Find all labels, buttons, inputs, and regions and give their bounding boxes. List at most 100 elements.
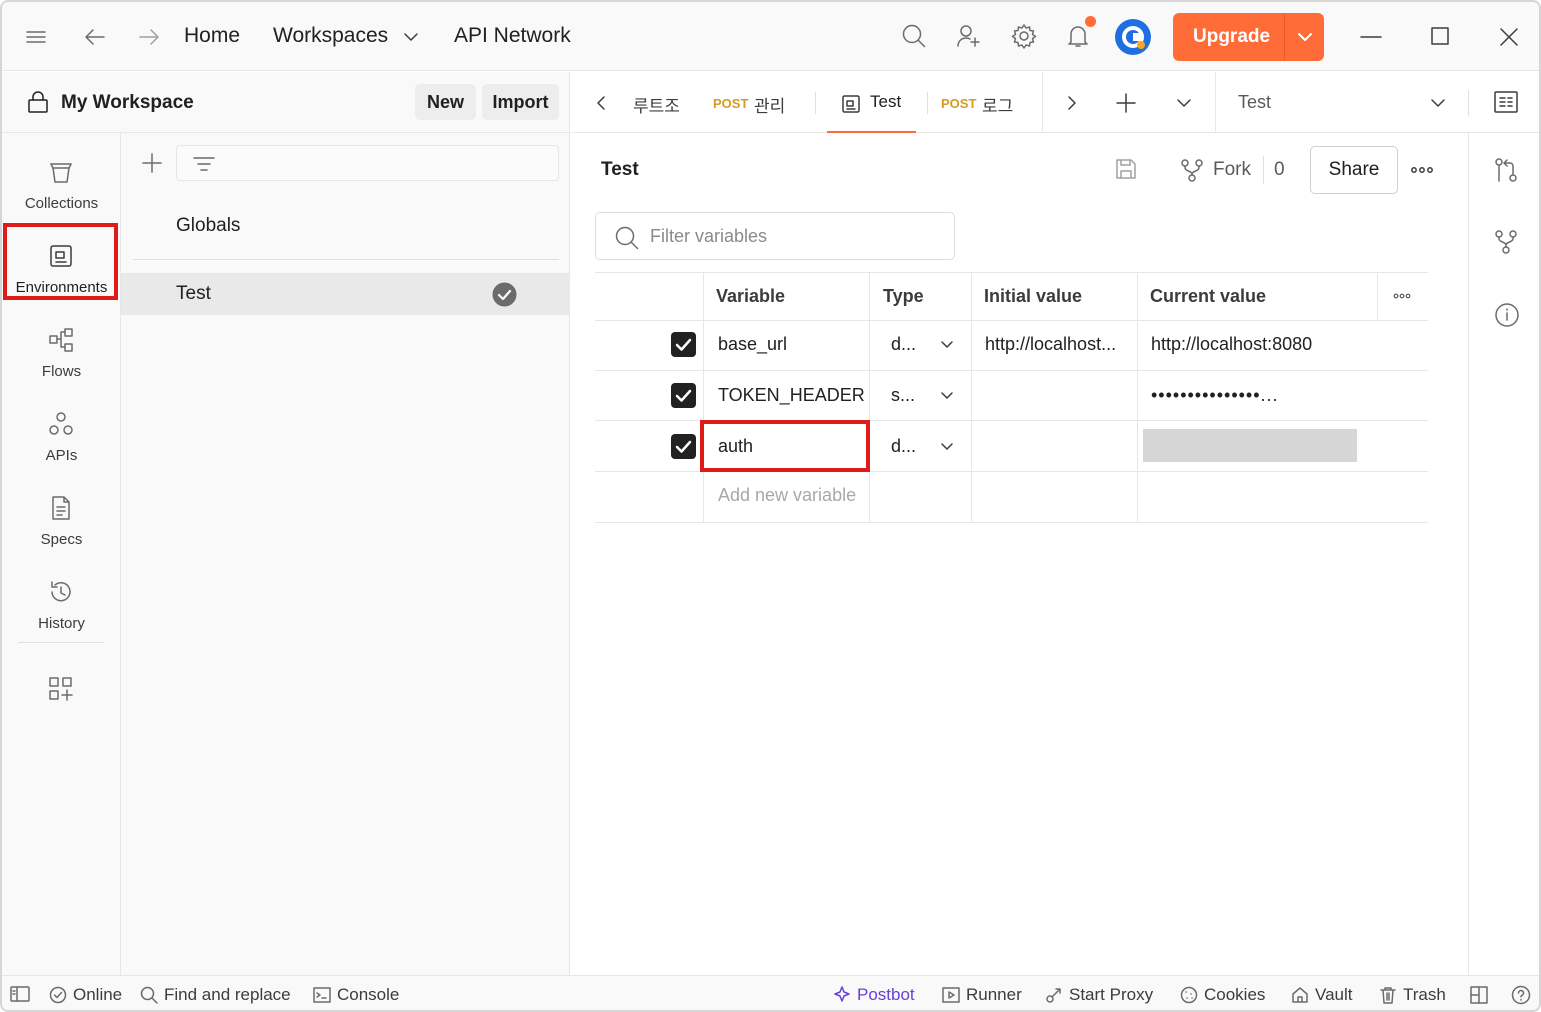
- enable-checkbox[interactable]: [671, 332, 696, 357]
- active-check-icon[interactable]: [492, 282, 517, 307]
- fork-count[interactable]: 0: [1274, 159, 1285, 181]
- redacted-current-value[interactable]: [1143, 429, 1357, 462]
- console-icon: [313, 987, 331, 1003]
- chevron-down-icon[interactable]: [1297, 31, 1313, 43]
- chevron-right-icon[interactable]: [1065, 94, 1079, 112]
- chevron-down-icon[interactable]: [940, 442, 954, 452]
- menu-icon[interactable]: [25, 29, 47, 45]
- search-icon[interactable]: [901, 23, 927, 49]
- back-arrow-icon[interactable]: [83, 26, 107, 48]
- save-icon[interactable]: [1114, 157, 1138, 181]
- sidebar-item-label: Flows: [41, 363, 82, 380]
- collections-icon: [50, 163, 72, 183]
- bell-icon[interactable]: [1065, 23, 1091, 49]
- variable-name[interactable]: TOKEN_HEADER: [718, 385, 865, 406]
- tab-test[interactable]: Test: [827, 72, 916, 133]
- import-button[interactable]: Import: [482, 84, 559, 120]
- lock-icon: [28, 91, 48, 113]
- active-tab-indicator: [827, 131, 916, 133]
- variable-name[interactable]: base_url: [718, 334, 787, 355]
- environment-quick-look-icon[interactable]: [1493, 90, 1519, 114]
- environment-item-test[interactable]: Test: [121, 273, 570, 315]
- variable-type[interactable]: d...: [891, 334, 916, 355]
- enable-checkbox[interactable]: [671, 383, 696, 408]
- plus-icon[interactable]: [141, 152, 163, 174]
- new-tab-plus-icon[interactable]: [1115, 92, 1137, 114]
- layout-icon[interactable]: [1470, 986, 1488, 1004]
- add-sidebar-item-icon[interactable]: [48, 676, 74, 702]
- environment-item-globals[interactable]: Globals: [121, 205, 570, 247]
- console-label: Console: [337, 985, 400, 1004]
- online-label: Online: [73, 985, 123, 1004]
- column-header-initial-value: Initial value: [984, 286, 1083, 306]
- forward-arrow-icon[interactable]: [137, 26, 161, 48]
- variables-table: Variable Type Initial value Current valu…: [595, 272, 1428, 523]
- environment-filter-input[interactable]: [176, 145, 559, 181]
- variable-type[interactable]: d...: [891, 436, 916, 457]
- more-options-icon[interactable]: [1410, 165, 1434, 175]
- tab-method: POST: [941, 96, 977, 111]
- filter-variables-input[interactable]: Filter variables: [595, 212, 955, 260]
- fork-button[interactable]: Fork: [1180, 156, 1260, 184]
- tab-divider: [815, 92, 816, 114]
- gear-icon[interactable]: [1011, 23, 1037, 49]
- apis-icon: [49, 412, 73, 435]
- sidebar-item-history[interactable]: History: [2, 563, 121, 643]
- environment-selector-value: Test: [1238, 92, 1272, 112]
- chevron-down-icon[interactable]: [403, 31, 419, 43]
- title-bar: Home Workspaces API Network Upgrade: [2, 2, 1539, 71]
- help-icon[interactable]: [1511, 985, 1531, 1005]
- chevron-down-icon[interactable]: [940, 391, 954, 401]
- add-new-variable-input[interactable]: Add new variable: [718, 485, 856, 506]
- column-header-variable: Variable: [716, 286, 786, 306]
- nav-home[interactable]: Home: [184, 24, 240, 48]
- fork-icon: [1181, 159, 1203, 182]
- sidebar-item-specs[interactable]: Specs: [2, 479, 121, 559]
- environment-title[interactable]: Test: [601, 159, 639, 181]
- checkmark-icon: [675, 440, 692, 453]
- column-options-icon[interactable]: [1393, 292, 1411, 300]
- tab-list-chevron-icon[interactable]: [1176, 97, 1192, 109]
- filter-variables-placeholder: Filter variables: [650, 226, 768, 246]
- trash-icon: [1380, 987, 1396, 1004]
- share-button[interactable]: Share: [1310, 146, 1398, 194]
- chevron-down-icon[interactable]: [940, 340, 954, 350]
- table-line: [595, 272, 1428, 273]
- avatar[interactable]: [1114, 18, 1152, 56]
- close-icon[interactable]: [1498, 26, 1520, 48]
- nav-api-network[interactable]: API Network: [454, 24, 571, 48]
- filter-icon: [193, 157, 215, 171]
- maximize-icon[interactable]: [1430, 26, 1450, 46]
- invite-user-icon[interactable]: [956, 23, 982, 49]
- checkmark-icon: [675, 338, 692, 351]
- right-sidebar: [1468, 133, 1539, 975]
- variable-current-value[interactable]: •••••••••••••••...: [1151, 385, 1279, 406]
- workspace-title[interactable]: My Workspace: [61, 92, 194, 114]
- runner-label: Runner: [966, 985, 1022, 1004]
- vault-label: Vault: [1315, 985, 1353, 1004]
- table-row: base_url d... http://localhost... http:/…: [595, 321, 1428, 370]
- variable-type[interactable]: s...: [891, 385, 915, 406]
- enable-checkbox[interactable]: [671, 434, 696, 459]
- sidebar-item-flows[interactable]: Flows: [2, 311, 121, 391]
- variable-current-value[interactable]: http://localhost:8080: [1151, 334, 1312, 355]
- tab-2[interactable]: POST 관리: [711, 72, 807, 133]
- tab-4[interactable]: POST 로그: [939, 72, 1035, 133]
- pull-request-icon[interactable]: [1494, 157, 1518, 183]
- variable-initial-value[interactable]: http://localhost...: [985, 334, 1116, 355]
- tab-1[interactable]: 루트조: [631, 72, 695, 133]
- info-icon[interactable]: [1494, 302, 1520, 328]
- fork-icon[interactable]: [1494, 229, 1518, 255]
- upgrade-button[interactable]: Upgrade: [1173, 13, 1324, 61]
- tab-label: 관리: [754, 97, 786, 116]
- chevron-down-icon: [1431, 99, 1445, 107]
- new-button[interactable]: New: [415, 84, 476, 120]
- toggle-sidebar-icon[interactable]: [10, 986, 30, 1002]
- chevron-left-icon[interactable]: [594, 94, 608, 112]
- sidebar-item-collections[interactable]: Collections: [2, 143, 121, 223]
- nav-workspaces[interactable]: Workspaces: [273, 24, 388, 48]
- environment-selector[interactable]: Test: [1217, 72, 1467, 133]
- minimize-icon[interactable]: [1360, 35, 1382, 39]
- postbot-icon: [834, 986, 850, 1002]
- sidebar-item-apis[interactable]: APIs: [2, 395, 121, 475]
